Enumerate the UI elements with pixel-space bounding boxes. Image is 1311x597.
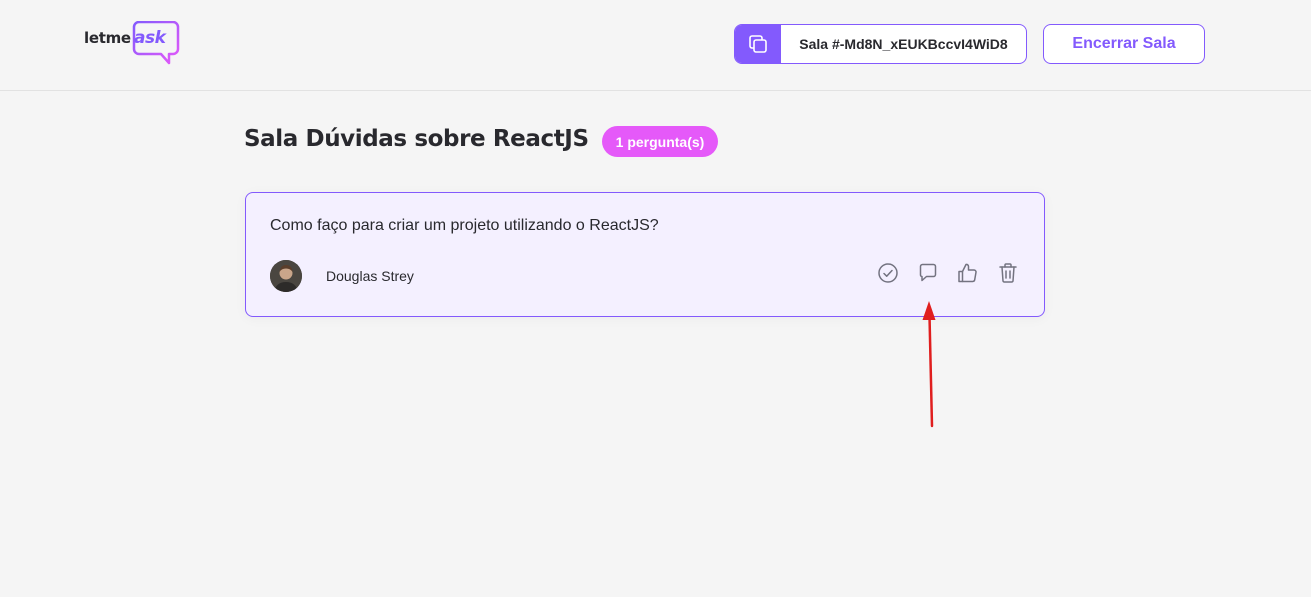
question-actions — [876, 261, 1020, 285]
room-code-label: Sala #-Md8N_xEUKBccvI4WiD8 — [799, 36, 1008, 52]
question-text: Como faço para criar um projeto utilizan… — [270, 217, 659, 234]
avatar — [270, 260, 302, 292]
logo-text-ask: ask — [134, 28, 166, 48]
copy-icon[interactable] — [735, 25, 781, 63]
answer-icon[interactable] — [916, 261, 940, 285]
check-circle-icon[interactable] — [876, 261, 900, 285]
like-icon[interactable] — [956, 261, 980, 285]
page-title: Sala Dúvidas sobre ReactJS — [244, 126, 589, 152]
question-count-badge: 1 pergunta(s) — [602, 126, 718, 157]
author-name: Douglas Strey — [326, 268, 414, 284]
trash-icon[interactable] — [996, 261, 1020, 285]
header: letme ask Sala #-Md8N_xEUKBccvI4WiD8 Enc… — [0, 0, 1311, 91]
room-code-button[interactable]: Sala #-Md8N_xEUKBccvI4WiD8 — [734, 24, 1027, 64]
logo-text-letme: letme — [84, 29, 131, 47]
annotation-arrow — [922, 301, 936, 428]
close-room-button[interactable]: Encerrar Sala — [1043, 24, 1205, 64]
letmeask-logo[interactable]: letme ask — [84, 21, 180, 67]
